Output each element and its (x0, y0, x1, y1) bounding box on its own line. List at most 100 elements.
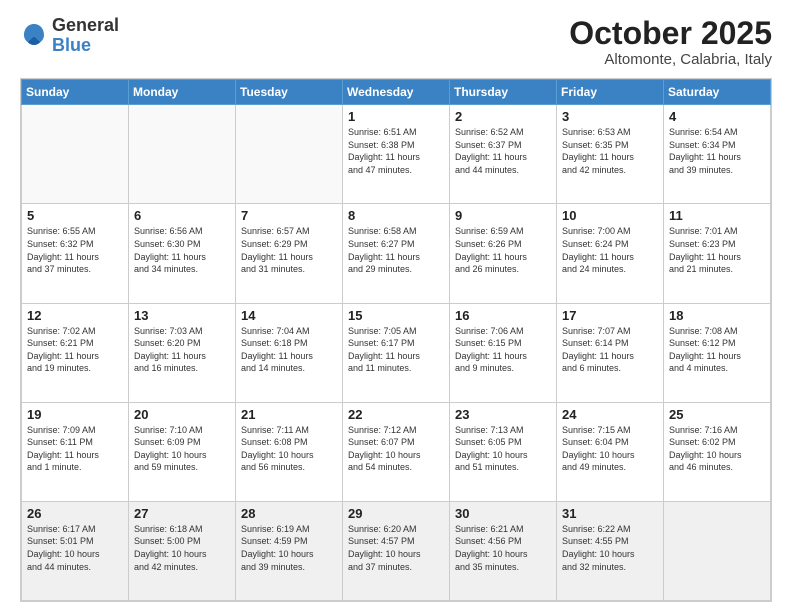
calendar-cell: 23 Sunrise: 7:13 AM Sunset: 6:05 PM Dayli… (450, 402, 557, 501)
day-number: 30 (455, 506, 551, 521)
day-number: 2 (455, 109, 551, 124)
day-number: 7 (241, 208, 337, 223)
calendar-body: 1Sunrise: 6:51 AM Sunset: 6:38 PM Daylig… (22, 105, 771, 601)
col-tuesday: Tuesday (236, 80, 343, 105)
day-number: 6 (134, 208, 230, 223)
calendar-cell: 28 Sunrise: 6:19 AM Sunset: 4:59 PM Dayli… (236, 501, 343, 600)
calendar-week-2: 5Sunrise: 6:55 AM Sunset: 6:32 PM Daylig… (22, 204, 771, 303)
day-number: 31 (562, 506, 658, 521)
day-info: Sunrise: 7:04 AM Sunset: 6:18 PM Dayligh… (241, 325, 337, 375)
calendar-cell: 16 Sunrise: 7:06 AM Sunset: 6:15 PM Dayli… (450, 303, 557, 402)
calendar-cell: 9 Sunrise: 6:59 AM Sunset: 6:26 PM Daylig… (450, 204, 557, 303)
logo: General Blue (20, 16, 119, 56)
day-number: 23 (455, 407, 551, 422)
day-info: Sunrise: 7:12 AM Sunset: 6:07 PM Dayligh… (348, 424, 444, 474)
day-info: Sunrise: 7:11 AM Sunset: 6:08 PM Dayligh… (241, 424, 337, 474)
day-info: Sunrise: 6:58 AM Sunset: 6:27 PM Dayligh… (348, 225, 444, 275)
day-number: 11 (669, 208, 765, 223)
day-info: Sunrise: 6:19 AM Sunset: 4:59 PM Dayligh… (241, 523, 337, 573)
logo-blue: Blue (52, 36, 119, 56)
calendar-cell: 19 Sunrise: 7:09 AM Sunset: 6:11 PM Dayli… (22, 402, 129, 501)
calendar-cell: 11 Sunrise: 7:01 AM Sunset: 6:23 PM Dayli… (664, 204, 771, 303)
day-info: Sunrise: 6:57 AM Sunset: 6:29 PM Dayligh… (241, 225, 337, 275)
calendar-cell: 2 Sunrise: 6:52 AM Sunset: 6:37 PM Daylig… (450, 105, 557, 204)
day-info: Sunrise: 7:02 AM Sunset: 6:21 PM Dayligh… (27, 325, 123, 375)
calendar-cell: 15 Sunrise: 7:05 AM Sunset: 6:17 PM Dayli… (343, 303, 450, 402)
day-number: 17 (562, 308, 658, 323)
day-number: 4 (669, 109, 765, 124)
col-monday: Monday (129, 80, 236, 105)
page: General Blue October 2025 Altomonte, Cal… (0, 0, 792, 612)
calendar-cell (664, 501, 771, 600)
day-info: Sunrise: 6:22 AM Sunset: 4:55 PM Dayligh… (562, 523, 658, 573)
subtitle: Altomonte, Calabria, Italy (569, 51, 772, 68)
day-number: 18 (669, 308, 765, 323)
calendar-cell: 10 Sunrise: 7:00 AM Sunset: 6:24 PM Dayli… (557, 204, 664, 303)
day-number: 15 (348, 308, 444, 323)
day-info: Sunrise: 7:15 AM Sunset: 6:04 PM Dayligh… (562, 424, 658, 474)
day-info: Sunrise: 6:52 AM Sunset: 6:37 PM Dayligh… (455, 126, 551, 176)
calendar-cell: 12 Sunrise: 7:02 AM Sunset: 6:21 PM Dayli… (22, 303, 129, 402)
header: General Blue October 2025 Altomonte, Cal… (20, 16, 772, 68)
day-info: Sunrise: 7:01 AM Sunset: 6:23 PM Dayligh… (669, 225, 765, 275)
month-title: October 2025 (569, 16, 772, 51)
day-info: Sunrise: 6:54 AM Sunset: 6:34 PM Dayligh… (669, 126, 765, 176)
calendar-week-5: 26Sunrise: 6:17 AM Sunset: 5:01 PM Dayli… (22, 501, 771, 600)
day-info: Sunrise: 6:59 AM Sunset: 6:26 PM Dayligh… (455, 225, 551, 275)
logo-text: General Blue (52, 16, 119, 56)
day-info: Sunrise: 7:00 AM Sunset: 6:24 PM Dayligh… (562, 225, 658, 275)
calendar-cell: 24 Sunrise: 7:15 AM Sunset: 6:04 PM Dayli… (557, 402, 664, 501)
calendar-cell: 22Sunrise: 7:12 AM Sunset: 6:07 PM Dayli… (343, 402, 450, 501)
day-number: 25 (669, 407, 765, 422)
day-info: Sunrise: 7:07 AM Sunset: 6:14 PM Dayligh… (562, 325, 658, 375)
day-info: Sunrise: 7:16 AM Sunset: 6:02 PM Dayligh… (669, 424, 765, 474)
day-info: Sunrise: 7:05 AM Sunset: 6:17 PM Dayligh… (348, 325, 444, 375)
day-info: Sunrise: 6:55 AM Sunset: 6:32 PM Dayligh… (27, 225, 123, 275)
title-area: October 2025 Altomonte, Calabria, Italy (569, 16, 772, 68)
day-info: Sunrise: 6:17 AM Sunset: 5:01 PM Dayligh… (27, 523, 123, 573)
calendar-cell: 1Sunrise: 6:51 AM Sunset: 6:38 PM Daylig… (343, 105, 450, 204)
day-number: 14 (241, 308, 337, 323)
calendar-week-1: 1Sunrise: 6:51 AM Sunset: 6:38 PM Daylig… (22, 105, 771, 204)
col-friday: Friday (557, 80, 664, 105)
calendar-cell: 5Sunrise: 6:55 AM Sunset: 6:32 PM Daylig… (22, 204, 129, 303)
day-number: 12 (27, 308, 123, 323)
calendar-table: Sunday Monday Tuesday Wednesday Thursday… (21, 79, 771, 601)
calendar-week-3: 12 Sunrise: 7:02 AM Sunset: 6:21 PM Dayli… (22, 303, 771, 402)
day-info: Sunrise: 7:09 AM Sunset: 6:11 PM Dayligh… (27, 424, 123, 474)
day-info: Sunrise: 7:13 AM Sunset: 6:05 PM Dayligh… (455, 424, 551, 474)
day-info: Sunrise: 7:08 AM Sunset: 6:12 PM Dayligh… (669, 325, 765, 375)
calendar-cell (236, 105, 343, 204)
header-row: Sunday Monday Tuesday Wednesday Thursday… (22, 80, 771, 105)
day-number: 19 (27, 407, 123, 422)
day-number: 27 (134, 506, 230, 521)
calendar-cell: 20 Sunrise: 7:10 AM Sunset: 6:09 PM Dayli… (129, 402, 236, 501)
calendar-cell: 4 Sunrise: 6:54 AM Sunset: 6:34 PM Daylig… (664, 105, 771, 204)
calendar-cell: 21Sunrise: 7:11 AM Sunset: 6:08 PM Dayli… (236, 402, 343, 501)
day-number: 13 (134, 308, 230, 323)
logo-general: General (52, 16, 119, 36)
day-number: 24 (562, 407, 658, 422)
calendar-cell: 17 Sunrise: 7:07 AM Sunset: 6:14 PM Dayli… (557, 303, 664, 402)
day-number: 28 (241, 506, 337, 521)
day-number: 16 (455, 308, 551, 323)
day-info: Sunrise: 7:06 AM Sunset: 6:15 PM Dayligh… (455, 325, 551, 375)
calendar-cell: 27 Sunrise: 6:18 AM Sunset: 5:00 PM Dayli… (129, 501, 236, 600)
day-info: Sunrise: 6:56 AM Sunset: 6:30 PM Dayligh… (134, 225, 230, 275)
day-info: Sunrise: 6:18 AM Sunset: 5:00 PM Dayligh… (134, 523, 230, 573)
day-info: Sunrise: 7:10 AM Sunset: 6:09 PM Dayligh… (134, 424, 230, 474)
col-wednesday: Wednesday (343, 80, 450, 105)
calendar-cell: 31 Sunrise: 6:22 AM Sunset: 4:55 PM Dayli… (557, 501, 664, 600)
calendar-cell: 29Sunrise: 6:20 AM Sunset: 4:57 PM Dayli… (343, 501, 450, 600)
day-number: 10 (562, 208, 658, 223)
day-number: 29 (348, 506, 444, 521)
day-number: 20 (134, 407, 230, 422)
calendar: Sunday Monday Tuesday Wednesday Thursday… (20, 78, 772, 602)
calendar-cell: 8Sunrise: 6:58 AM Sunset: 6:27 PM Daylig… (343, 204, 450, 303)
calendar-cell (129, 105, 236, 204)
day-number: 9 (455, 208, 551, 223)
day-info: Sunrise: 6:53 AM Sunset: 6:35 PM Dayligh… (562, 126, 658, 176)
calendar-cell: 13Sunrise: 7:03 AM Sunset: 6:20 PM Dayli… (129, 303, 236, 402)
calendar-cell (22, 105, 129, 204)
calendar-cell: 3Sunrise: 6:53 AM Sunset: 6:35 PM Daylig… (557, 105, 664, 204)
